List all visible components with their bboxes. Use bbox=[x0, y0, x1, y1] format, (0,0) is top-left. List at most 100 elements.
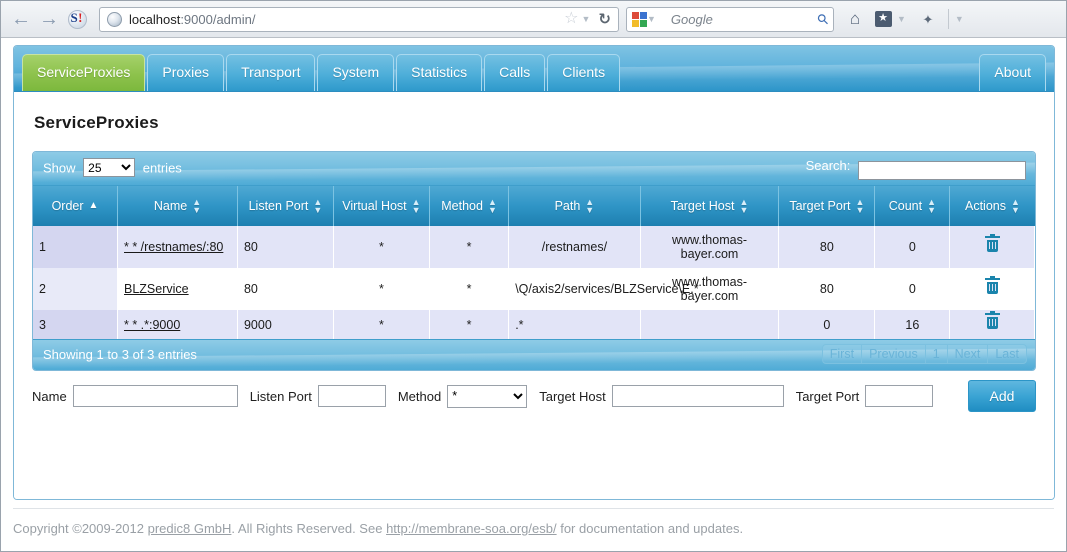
col-actions[interactable]: Actions ▲ ▼ bbox=[949, 186, 1035, 226]
tab-about[interactable]: About bbox=[979, 54, 1046, 91]
cell-target-host bbox=[640, 310, 780, 339]
tab-statistics[interactable]: Statistics bbox=[396, 54, 483, 91]
reload-icon[interactable]: ↻ bbox=[598, 10, 611, 28]
target-port-input[interactable] bbox=[865, 385, 934, 407]
site-globe-icon bbox=[107, 11, 122, 27]
add-serviceproxy-form: Name Listen Port Method *GETPOSTPUTDELET… bbox=[32, 380, 1036, 412]
trash-icon[interactable] bbox=[984, 275, 1000, 294]
sort-both-icon: ▲ ▼ bbox=[927, 197, 937, 215]
search-input[interactable] bbox=[858, 160, 1026, 180]
chevron-down-icon[interactable]: ▼ bbox=[582, 14, 591, 24]
page-next-button[interactable]: Next bbox=[946, 344, 989, 364]
tab-content: ServiceProxies Show 251050100 entries Se… bbox=[14, 92, 1054, 499]
method-select[interactable]: *GETPOSTPUTDELETE bbox=[447, 384, 528, 408]
cell-virtual-host: * bbox=[333, 226, 430, 268]
datatable-search: Search: bbox=[806, 158, 1026, 180]
serviceproxy-link[interactable]: * * .*:9000 bbox=[124, 318, 180, 332]
cell-order: 2 bbox=[33, 268, 118, 310]
col-path[interactable]: Path ▲ ▼ bbox=[508, 186, 641, 226]
page-last-button[interactable]: Last bbox=[987, 344, 1027, 364]
add-button[interactable]: Add bbox=[968, 380, 1036, 412]
bookmarks-chevron-icon[interactable]: ▼ bbox=[897, 14, 906, 24]
cell-listen-port: 80 bbox=[237, 226, 334, 268]
page-previous-button[interactable]: Previous bbox=[861, 344, 926, 364]
address-bar[interactable]: localhost:9000/admin/ ☆ ▼ ↻ bbox=[99, 6, 619, 32]
search-engine-chevron-icon[interactable]: ▼ bbox=[647, 14, 656, 24]
page-viewport: ServiceProxies Proxies Transport System … bbox=[1, 38, 1066, 551]
col-count[interactable]: Count ▲ ▼ bbox=[874, 186, 951, 226]
col-order[interactable]: Order ▲ bbox=[33, 186, 118, 226]
url-path: :9000/admin/ bbox=[180, 11, 256, 27]
table-row[interactable]: 2 BLZService 80 * * \Q/axis2/services/BL… bbox=[33, 268, 1035, 310]
browser-window: ← → localhost:9000/admin/ ☆ ▼ ↻ ▼ Google… bbox=[0, 0, 1067, 552]
serviceproxy-link[interactable]: BLZService bbox=[124, 282, 189, 296]
forward-button[interactable]: → bbox=[35, 5, 63, 33]
url-host: localhost bbox=[129, 11, 181, 27]
page-length-select[interactable]: 251050100 bbox=[83, 158, 136, 177]
table-row[interactable]: 1 * * /restnames/:80 80 * * /restnames/ … bbox=[33, 226, 1035, 268]
col-label: Target Port bbox=[789, 199, 851, 213]
col-target-port[interactable]: Target Port ▲ ▼ bbox=[778, 186, 876, 226]
col-listen-port[interactable]: Listen Port ▲ ▼ bbox=[237, 186, 334, 226]
target-host-label: Target Host bbox=[539, 388, 606, 404]
listen-port-input[interactable] bbox=[317, 385, 386, 407]
tab-proxies[interactable]: Proxies bbox=[147, 54, 225, 91]
cell-actions bbox=[949, 310, 1035, 339]
trash-icon[interactable] bbox=[984, 233, 1000, 252]
home-icon: ⌂ bbox=[849, 9, 861, 28]
browser-search-box[interactable]: ▼ Google ⚲ bbox=[626, 6, 834, 32]
pagination: First Previous 1 Next Last bbox=[821, 344, 1027, 364]
back-button[interactable]: ← bbox=[7, 5, 35, 33]
col-label: Name bbox=[153, 199, 188, 213]
browser-search-placeholder: Google bbox=[670, 11, 713, 27]
star-icon[interactable]: ☆ bbox=[564, 11, 578, 27]
tab-transport[interactable]: Transport bbox=[226, 54, 316, 91]
trash-icon[interactable] bbox=[984, 311, 1000, 329]
cell-path: /restnames/ bbox=[508, 226, 641, 268]
addon-button[interactable]: ✦ bbox=[914, 5, 942, 33]
membrane-docs-link[interactable]: http://membrane-soa.org/esb/ bbox=[386, 521, 557, 536]
name-input[interactable] bbox=[72, 385, 238, 407]
col-method[interactable]: Method ▲ ▼ bbox=[429, 186, 510, 226]
col-target-host[interactable]: Target Host ▲ ▼ bbox=[640, 186, 780, 226]
sort-asc-icon: ▲ bbox=[88, 200, 99, 211]
tab-label: Calls bbox=[499, 64, 531, 80]
cell-name: BLZService bbox=[117, 268, 238, 310]
cell-method: * bbox=[429, 226, 510, 268]
predic8-link[interactable]: predic8 GmbH bbox=[148, 521, 232, 536]
serviceproxies-datatable: Show 251050100 entries Search: bbox=[32, 151, 1036, 371]
tab-label: About bbox=[994, 64, 1031, 80]
cell-count: 0 bbox=[874, 268, 951, 310]
bookmarks-button[interactable]: ★ bbox=[869, 5, 897, 33]
col-label: Path bbox=[554, 199, 581, 213]
cell-path: \Q/axis2/services/BLZService\E.* bbox=[508, 268, 699, 310]
listen-port-label: Listen Port bbox=[249, 388, 312, 404]
tab-clients[interactable]: Clients bbox=[547, 54, 621, 91]
col-label: Target Host bbox=[670, 199, 735, 213]
table-head: Order ▲ Name ▲ ▼ Listen Port ▲ ▼ Virtual Host… bbox=[33, 186, 1035, 226]
page-number-button[interactable]: 1 bbox=[924, 344, 948, 364]
page-footer: Copyright ©2009-2012 predic8 GmbH. All R… bbox=[13, 508, 1054, 536]
col-label: Order bbox=[51, 199, 84, 213]
tab-calls[interactable]: Calls bbox=[484, 54, 546, 91]
tab-label: Clients bbox=[562, 64, 606, 80]
page-first-button[interactable]: First bbox=[821, 344, 863, 364]
cell-method: * bbox=[429, 310, 510, 339]
tab-serviceproxies[interactable]: ServiceProxies bbox=[22, 54, 146, 91]
copyright-text-middle: . All Rights Reserved. See bbox=[231, 521, 387, 536]
target-host-input[interactable] bbox=[611, 385, 784, 407]
cell-actions bbox=[949, 268, 1035, 310]
tab-system[interactable]: System bbox=[317, 54, 395, 91]
col-virtual-host[interactable]: Virtual Host ▲ ▼ bbox=[333, 186, 430, 226]
col-label: Method bbox=[441, 199, 483, 213]
table-row[interactable]: 3 * * .*:9000 9000 * * .* 0 16 bbox=[33, 310, 1035, 339]
browser-toolbar: ← → localhost:9000/admin/ ☆ ▼ ↻ ▼ Google… bbox=[1, 1, 1066, 38]
cell-actions bbox=[949, 226, 1035, 268]
si-extension-button[interactable] bbox=[63, 5, 91, 33]
overflow-chevron-icon[interactable]: ▼ bbox=[955, 14, 964, 24]
cell-name: * * .*:9000 bbox=[117, 310, 238, 339]
home-button[interactable]: ⌂ bbox=[841, 5, 869, 33]
col-name[interactable]: Name ▲ ▼ bbox=[117, 186, 238, 226]
serviceproxy-link[interactable]: * * /restnames/:80 bbox=[124, 240, 223, 254]
method-label: Method bbox=[397, 388, 442, 404]
